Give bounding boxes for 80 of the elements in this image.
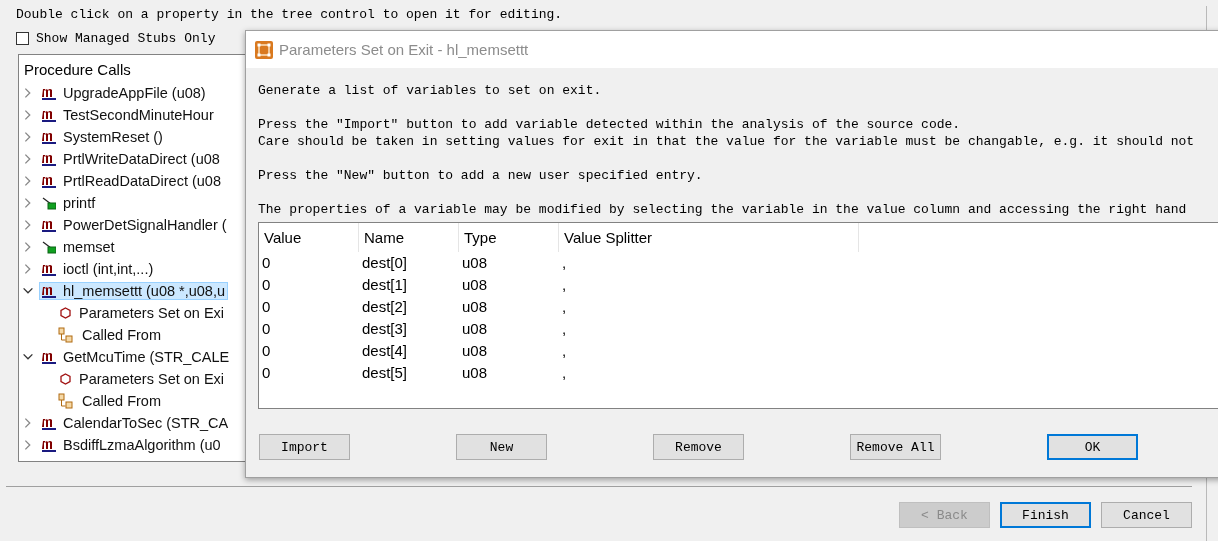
table-cell-text: , xyxy=(561,297,568,317)
tree-item[interactable]: TestSecondMinuteHour xyxy=(39,106,217,124)
checkbox-label[interactable]: Show Managed Stubs Only xyxy=(36,31,216,46)
tree-item[interactable]: SystemReset () xyxy=(39,128,166,146)
tree-item[interactable]: ioctl (int,int,...) xyxy=(39,260,157,278)
table-cell-text: dest[0] xyxy=(361,253,409,273)
push-button[interactable]: Remove xyxy=(653,434,744,460)
table-cell-text: dest[1] xyxy=(361,275,409,295)
tree-item[interactable]: BsdiffLzmaAlgorithm (u0 xyxy=(39,436,224,454)
table-cell-text: dest[2] xyxy=(361,297,409,317)
method-icon xyxy=(42,86,56,100)
tree-item[interactable]: CalendarToSec (STR_CA xyxy=(39,414,232,432)
instruction-text: The properties of a variable may be modified by selecting the variable in the value column and accessing the right hand xyxy=(258,201,1188,218)
function-icon xyxy=(42,240,56,254)
hexagon-icon xyxy=(60,373,71,385)
checkbox[interactable] xyxy=(16,32,29,45)
table-cell-text: , xyxy=(561,253,568,273)
tree-item[interactable]: hl_memsettt (u08 *,u08,u xyxy=(39,282,228,300)
tree-item[interactable]: GetMcuTime (STR_CALE xyxy=(39,348,233,366)
method-icon xyxy=(42,152,56,166)
column-header[interactable]: Type xyxy=(459,223,559,252)
method-icon xyxy=(42,350,56,364)
method-icon xyxy=(42,174,56,188)
push-button[interactable]: Cancel xyxy=(1101,502,1192,528)
hierarchy-icon xyxy=(58,327,74,343)
hierarchy-icon xyxy=(58,393,74,409)
tree-item[interactable]: PrtlReadDataDirect (u08 xyxy=(39,172,224,190)
tree-item[interactable]: Called From xyxy=(55,326,164,344)
table-cell-text: dest[4] xyxy=(361,341,409,361)
app-icon xyxy=(255,40,273,59)
push-button[interactable]: OK xyxy=(1047,434,1138,460)
tree-item[interactable]: PrtlWriteDataDirect (u08 xyxy=(39,150,223,168)
table-cell-text: 0 xyxy=(261,319,272,339)
table-cell-text: u08 xyxy=(461,253,489,273)
instruction-text: Generate a list of variables to set on exit. xyxy=(258,82,603,99)
dialog-title: Parameters Set on Exit - hl_memsettt xyxy=(279,41,529,58)
push-button[interactable]: Finish xyxy=(1000,502,1091,528)
method-icon xyxy=(42,262,56,276)
table-cell-text: , xyxy=(561,319,568,339)
table-cell-text: u08 xyxy=(461,297,489,317)
table-cell-text: , xyxy=(561,363,568,383)
tree-item[interactable]: memset xyxy=(39,238,118,256)
tree-item[interactable]: printf xyxy=(39,194,99,212)
instruction-text: Double click on a property in the tree control to open it for editing. xyxy=(16,6,564,23)
method-icon xyxy=(42,284,56,298)
table-cell-text: 0 xyxy=(261,275,272,295)
table-cell-text: 0 xyxy=(261,341,272,361)
column-header[interactable]: Value Splitter xyxy=(559,223,859,252)
hexagon-icon xyxy=(60,307,71,319)
method-icon xyxy=(42,218,56,232)
tree-item[interactable]: Parameters Set on Exi xyxy=(57,304,228,322)
tree-item[interactable]: UpgradeAppFile (u08) xyxy=(39,84,209,102)
method-icon xyxy=(42,416,56,430)
instruction-text: Press the "New" button to add a new user specified entry. xyxy=(258,167,704,184)
table-cell-text: 0 xyxy=(261,297,272,317)
table-cell-text: u08 xyxy=(461,363,489,383)
instruction-text: Press the "Import" button to add variable detected within the analysis of the source code. xyxy=(258,116,962,133)
column-header[interactable]: Name xyxy=(359,223,459,252)
table-cell-text: , xyxy=(561,341,568,361)
tree-item[interactable]: Parameters Set on Exi xyxy=(57,370,228,388)
tree-item[interactable]: Called From xyxy=(55,392,164,410)
table-cell-text: , xyxy=(561,275,568,295)
push-button[interactable]: Remove All xyxy=(850,434,941,460)
instruction-text: Care should be taken in setting values for exit in that the value for the variable must be changable, e.g. it should not xyxy=(258,133,1196,150)
function-icon xyxy=(42,196,56,210)
column-header[interactable]: Value xyxy=(259,223,359,252)
method-icon xyxy=(42,108,56,122)
table-cell-text: dest[3] xyxy=(361,319,409,339)
method-icon xyxy=(42,438,56,452)
tree-title: Procedure Calls xyxy=(23,60,132,80)
table-cell-text: 0 xyxy=(261,363,272,383)
tree-item[interactable]: PowerDetSignalHandler ( xyxy=(39,216,230,234)
table-cell-text: dest[5] xyxy=(361,363,409,383)
push-button[interactable]: Import xyxy=(259,434,350,460)
table-cell-text: u08 xyxy=(461,319,489,339)
table-cell-text: 0 xyxy=(261,253,272,273)
table-cell-text: u08 xyxy=(461,275,489,295)
push-button[interactable]: New xyxy=(456,434,547,460)
method-icon xyxy=(42,130,56,144)
table-cell-text: u08 xyxy=(461,341,489,361)
